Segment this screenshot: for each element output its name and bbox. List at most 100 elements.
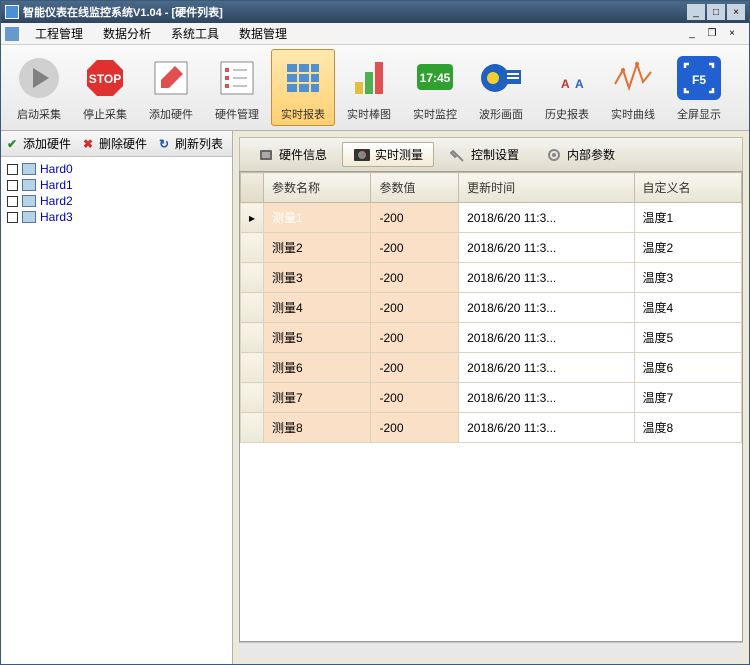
col-header-3[interactable]: 自定义名 <box>634 173 741 203</box>
hardware-icon <box>22 179 36 191</box>
toolbar-edit-button[interactable]: 添加硬件 <box>139 49 203 126</box>
curve-icon <box>609 54 657 102</box>
toolbar-play-button[interactable]: 启动采集 <box>7 49 71 126</box>
cell-value[interactable]: -200 <box>371 323 459 353</box>
tree-item[interactable]: Hard1 <box>5 177 228 193</box>
menu-item-0[interactable]: 工程管理 <box>25 23 93 44</box>
cell-time[interactable]: 2018/6/20 11:3... <box>459 413 634 443</box>
cell-time[interactable]: 2018/6/20 11:3... <box>459 323 634 353</box>
cell-time[interactable]: 2018/6/20 11:3... <box>459 383 634 413</box>
close-button[interactable]: × <box>727 4 745 20</box>
tree-item[interactable]: Hard0 <box>5 161 228 177</box>
menu-item-1[interactable]: 数据分析 <box>93 23 161 44</box>
tree-item[interactable]: Hard2 <box>5 193 228 209</box>
table-row[interactable]: 测量3 -200 2018/6/20 11:3... 温度3 <box>241 263 742 293</box>
toolbar-grid-button[interactable]: 实时报表 <box>271 49 335 126</box>
checkbox[interactable] <box>7 212 18 223</box>
toolbar-stop-button[interactable]: STOP停止采集 <box>73 49 137 126</box>
cell-time[interactable]: 2018/6/20 11:3... <box>459 203 634 233</box>
cell-custom[interactable]: 温度2 <box>634 233 741 263</box>
tab-3[interactable]: 内部参数 <box>534 142 626 167</box>
toolbar-label: 添加硬件 <box>149 106 193 122</box>
maximize-button[interactable]: □ <box>707 4 725 20</box>
toolbar-label: 全屏显示 <box>677 106 721 122</box>
mdi-restore-button[interactable]: ❐ <box>705 27 719 41</box>
cell-value[interactable]: -200 <box>371 293 459 323</box>
cell-custom[interactable]: 温度8 <box>634 413 741 443</box>
minimize-button[interactable]: _ <box>687 4 705 20</box>
row-indicator <box>241 353 264 383</box>
col-header-2[interactable]: 更新时间 <box>459 173 634 203</box>
checkbox[interactable] <box>7 180 18 191</box>
cell-name[interactable]: 测量7 <box>264 383 371 413</box>
cell-value[interactable]: -200 <box>371 383 459 413</box>
toolbar-fullscreen-button[interactable]: F5 全屏显示 <box>667 49 731 126</box>
cell-custom[interactable]: 温度3 <box>634 263 741 293</box>
hardware-tree[interactable]: Hard0Hard1Hard2Hard3 <box>1 157 232 664</box>
tree-action-1[interactable]: ✖删除硬件 <box>81 133 149 154</box>
toolbar-font-button[interactable]: AA历史报表 <box>535 49 599 126</box>
cell-name[interactable]: 测量8 <box>264 413 371 443</box>
cell-name[interactable]: 测量3 <box>264 263 371 293</box>
tab-0[interactable]: 硬件信息 <box>246 142 338 167</box>
toolbar-monitor-button[interactable]: 17:45实时监控 <box>403 49 467 126</box>
toolbar-label: 实时曲线 <box>611 106 655 122</box>
table-row[interactable]: 测量5 -200 2018/6/20 11:3... 温度5 <box>241 323 742 353</box>
cell-time[interactable]: 2018/6/20 11:3... <box>459 353 634 383</box>
tree-item-label: Hard0 <box>40 162 73 176</box>
toolbar-curve-button[interactable]: 实时曲线 <box>601 49 665 126</box>
cell-custom[interactable]: 温度5 <box>634 323 741 353</box>
tab-strip: 硬件信息实时测量控制设置内部参数 <box>239 137 743 171</box>
tab-1[interactable]: 实时测量 <box>342 142 434 167</box>
cell-time[interactable]: 2018/6/20 11:3... <box>459 233 634 263</box>
cell-custom[interactable]: 温度1 <box>634 203 741 233</box>
cell-name[interactable]: 测量6 <box>264 353 371 383</box>
col-header-1[interactable]: 参数值 <box>371 173 459 203</box>
toolbar-label: 实时监控 <box>413 106 457 122</box>
toolbar-label: 历史报表 <box>545 106 589 122</box>
col-header-0[interactable]: 参数名称 <box>264 173 371 203</box>
svg-text:A: A <box>561 77 570 91</box>
table-row[interactable]: 测量8 -200 2018/6/20 11:3... 温度8 <box>241 413 742 443</box>
table-row[interactable]: 测量4 -200 2018/6/20 11:3... 温度4 <box>241 293 742 323</box>
cell-time[interactable]: 2018/6/20 11:3... <box>459 263 634 293</box>
cell-value[interactable]: -200 <box>371 353 459 383</box>
play-icon <box>15 54 63 102</box>
title-bar: 智能仪表在线监控系统V1.04 - [硬件列表] _ □ × <box>1 1 749 23</box>
tree-item[interactable]: Hard3 <box>5 209 228 225</box>
toolbar-bar-button[interactable]: 实时棒图 <box>337 49 401 126</box>
cell-name[interactable]: 测量2 <box>264 233 371 263</box>
cell-name[interactable]: 测量1 <box>264 203 371 233</box>
tab-2[interactable]: 控制设置 <box>438 142 530 167</box>
checkbox[interactable] <box>7 164 18 175</box>
tree-action-0[interactable]: ✔添加硬件 <box>5 133 73 154</box>
data-grid[interactable]: 参数名称参数值更新时间自定义名▸ 测量1 -200 2018/6/20 11:3… <box>239 171 743 642</box>
chip-icon <box>257 147 275 163</box>
cell-name[interactable]: 测量5 <box>264 323 371 353</box>
checkbox[interactable] <box>7 196 18 207</box>
mdi-minimize-button[interactable]: _ <box>685 27 699 41</box>
cell-value[interactable]: -200 <box>371 203 459 233</box>
table-row[interactable]: 测量6 -200 2018/6/20 11:3... 温度6 <box>241 353 742 383</box>
menu-item-3[interactable]: 数据管理 <box>229 23 297 44</box>
menu-item-2[interactable]: 系统工具 <box>161 23 229 44</box>
stop-icon: STOP <box>81 54 129 102</box>
table-row[interactable]: 测量2 -200 2018/6/20 11:3... 温度2 <box>241 233 742 263</box>
toolbar-wave-button[interactable]: 波形画面 <box>469 49 533 126</box>
cell-value[interactable]: -200 <box>371 413 459 443</box>
mdi-close-button[interactable]: × <box>725 27 739 41</box>
cell-custom[interactable]: 温度4 <box>634 293 741 323</box>
cell-value[interactable]: -200 <box>371 263 459 293</box>
horizontal-scrollbar[interactable] <box>239 642 743 658</box>
tree-action-2[interactable]: ↻刷新列表 <box>157 133 225 154</box>
cell-time[interactable]: 2018/6/20 11:3... <box>459 293 634 323</box>
table-row[interactable]: ▸ 测量1 -200 2018/6/20 11:3... 温度1 <box>241 203 742 233</box>
toolbar-list-button[interactable]: 硬件管理 <box>205 49 269 126</box>
cell-value[interactable]: -200 <box>371 233 459 263</box>
cell-custom[interactable]: 温度7 <box>634 383 741 413</box>
cell-custom[interactable]: 温度6 <box>634 353 741 383</box>
svg-text:F5: F5 <box>692 73 706 87</box>
table-row[interactable]: 测量7 -200 2018/6/20 11:3... 温度7 <box>241 383 742 413</box>
cell-name[interactable]: 测量4 <box>264 293 371 323</box>
main-toolbar: 启动采集STOP停止采集添加硬件硬件管理实时报表实时棒图17:45实时监控波形画… <box>1 45 749 131</box>
